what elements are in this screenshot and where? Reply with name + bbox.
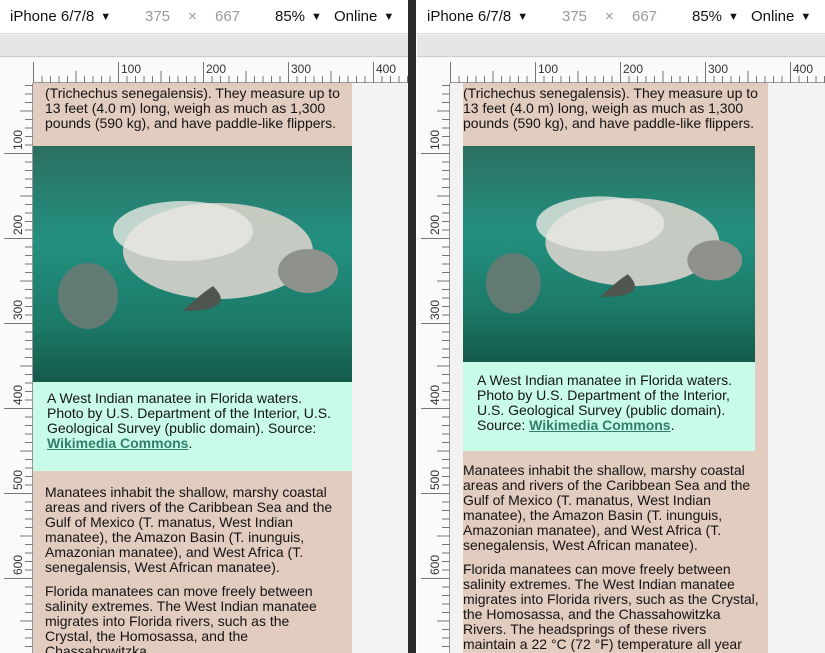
horizontal-ruler-ticks: 100 200 300 400 [450,62,825,83]
device-toolbar: iPhone 6/7/8 ▼ 375 × 667 85% ▼ Online ▼ [0,0,408,34]
device-select[interactable]: iPhone 6/7/8 ▼ [10,8,111,25]
device-label: iPhone 6/7/8 [10,8,95,25]
paragraph-salinity: Florida manatees can move freely between… [45,583,317,653]
figure: A West Indian manatee in Florida waters.… [33,146,352,471]
caption-end: . [188,435,193,451]
manatee-photo [33,146,352,382]
zoom-label: 85% [692,8,723,25]
paragraph-salinity: Florida manatees can move freely between… [463,561,759,652]
width-field[interactable]: 375 [145,8,170,25]
ruler-tick-label: 200 [428,215,442,235]
ruler-tick-label: 300 [428,300,442,320]
zoom-select[interactable]: 85% ▼ [692,8,739,25]
network-label: Online [751,8,795,25]
paragraph-habitat: Manatees inhabit the shallow, marshy coa… [463,462,751,553]
device-select[interactable]: iPhone 6/7/8 ▼ [427,8,528,25]
vertical-ruler: 100 200 300 400 500 600 [417,83,450,653]
vertical-ruler-ticks: 100 200 300 400 500 600 [4,85,33,647]
intro-paragraph: (Trichechus senegalensis). They measure … [45,85,340,131]
height-field[interactable]: 667 [632,8,657,25]
ruler-tick-label: 200 [623,62,643,76]
ruler-tick-label: 600 [11,555,25,575]
manatee-photo [463,146,755,362]
device-viewport: (Trichechus senegalensis). They measure … [450,83,825,653]
ruler-tick-label: 400 [793,62,813,76]
caret-down-icon: ▼ [311,11,322,23]
ruler-tick-label: 100 [121,62,141,76]
network-label: Online [334,8,378,25]
ruler-tick-label: 100 [428,130,442,150]
figure-caption: A West Indian manatee in Florida waters.… [477,373,747,433]
ruler-corner [417,58,450,83]
media-query-bar[interactable] [0,35,408,57]
caret-down-icon: ▼ [728,11,739,23]
ruler-tick-label: 300 [291,62,311,76]
network-select[interactable]: Online ▼ [751,8,811,25]
left-device-pane: iPhone 6/7/8 ▼ 375 × 667 85% ▼ Online ▼ 100… [0,0,408,653]
caret-down-icon: ▼ [800,11,812,23]
media-query-bar[interactable] [417,35,825,57]
swap-dimensions-icon[interactable]: × [605,8,614,25]
device-label: iPhone 6/7/8 [427,8,512,25]
right-device-pane: iPhone 6/7/8 ▼ 375 × 667 85% ▼ Online ▼ 100… [417,0,825,653]
vertical-ruler: 100 200 300 400 500 600 [0,83,33,653]
manatee-image [485,196,743,314]
width-field[interactable]: 375 [562,8,587,25]
ruler-tick-label: 500 [11,470,25,490]
ruler-tick-label: 400 [11,385,25,405]
caret-down-icon: ▼ [383,11,395,23]
ruler-corner [0,58,33,83]
page-content: (Trichechus senegalensis). They measure … [463,83,768,653]
ruler-tick-label: 400 [428,385,442,405]
caret-down-icon: ▼ [100,11,112,23]
caret-down-icon: ▼ [517,11,529,23]
wikimedia-commons-link[interactable]: Wikimedia Commons [529,417,670,433]
pane-divider [408,0,416,653]
paragraph-habitat: Manatees inhabit the shallow, marshy coa… [45,484,333,575]
caption-text: A West Indian manatee in Florida waters.… [47,390,332,436]
zoom-label: 85% [275,8,306,25]
ruler-tick-label: 200 [11,215,25,235]
manatee-image [58,201,338,329]
horizontal-ruler: 100 200 300 400 [450,58,825,83]
wikimedia-commons-link[interactable]: Wikimedia Commons [47,435,188,451]
ruler-tick-label: 100 [538,62,558,76]
ruler-tick-label: 600 [428,555,442,575]
horizontal-ruler-ticks: 100 200 300 400 [33,62,408,83]
network-select[interactable]: Online ▼ [334,8,394,25]
figure: A West Indian manatee in Florida waters.… [463,146,755,451]
ruler-tick-label: 100 [11,130,25,150]
body-text: Manatees inhabit the shallow, marshy coa… [463,463,763,653]
height-field[interactable]: 667 [215,8,240,25]
ruler-tick-label: 300 [11,300,25,320]
page-content: (Trichechus senegalensis). They measure … [33,83,352,653]
vertical-ruler-ticks: 100 200 300 400 500 600 [421,85,450,647]
ruler-tick-label: 400 [376,62,396,76]
device-toolbar: iPhone 6/7/8 ▼ 375 × 667 85% ▼ Online ▼ [417,0,825,34]
ruler-tick-label: 300 [708,62,728,76]
zoom-select[interactable]: 85% ▼ [275,8,322,25]
swap-dimensions-icon[interactable]: × [188,8,197,25]
body-text: Manatees inhabit the shallow, marshy coa… [33,485,352,653]
intro-paragraph: (Trichechus senegalensis). They measure … [463,85,758,131]
device-viewport: (Trichechus senegalensis). They measure … [33,83,408,653]
horizontal-ruler: 100 200 300 400 [33,58,408,83]
ruler-tick-label: 200 [206,62,226,76]
caption-end: . [670,417,675,433]
figure-caption: A West Indian manatee in Florida waters.… [47,391,337,451]
ruler-tick-label: 500 [428,470,442,490]
